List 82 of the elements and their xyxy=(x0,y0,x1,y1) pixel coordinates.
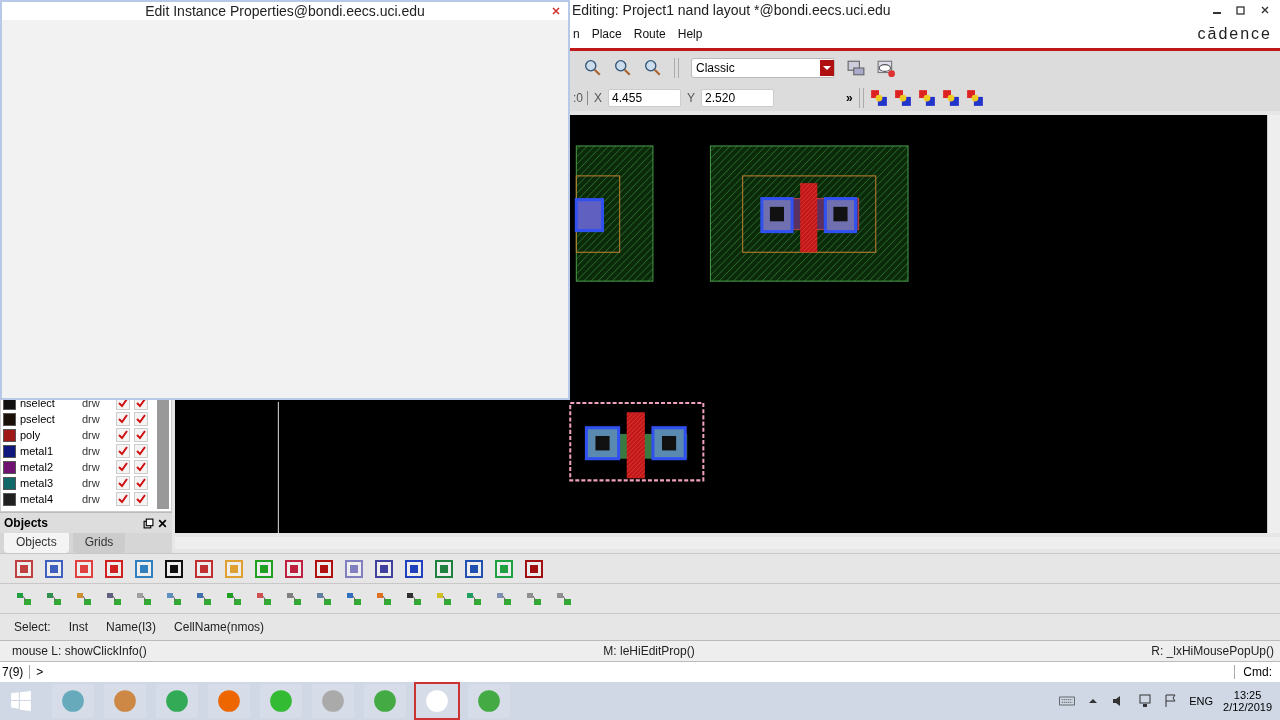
keyboard-icon[interactable] xyxy=(1059,693,1076,709)
menu-item[interactable]: Help xyxy=(677,27,703,41)
layer-purpose: drw xyxy=(82,413,101,425)
panel-tab[interactable]: Objects xyxy=(4,533,69,553)
layer-name[interactable]: metal2 xyxy=(20,461,78,473)
windows-start-icon[interactable] xyxy=(10,690,32,712)
language-indicator[interactable]: ENG xyxy=(1189,695,1214,707)
tool-icon[interactable] xyxy=(374,558,394,579)
selectable-checkbox[interactable] xyxy=(134,460,148,474)
window-title: Editing: Project1 nand layout *@bondi.eecs.uci.edu xyxy=(572,2,891,18)
visible-checkbox[interactable] xyxy=(116,460,130,474)
more-button[interactable]: » xyxy=(846,91,853,105)
visible-checkbox[interactable] xyxy=(116,492,130,506)
tool-icon[interactable] xyxy=(464,558,484,579)
status-value: CellName(nmos) xyxy=(174,620,265,634)
layer-name[interactable]: metal4 xyxy=(20,493,78,505)
layer-purpose: drw xyxy=(82,429,101,441)
status-value: Inst xyxy=(68,620,89,634)
close-icon[interactable] xyxy=(157,517,168,529)
zoom-icon[interactable] xyxy=(644,59,662,77)
x-label: X xyxy=(594,91,603,105)
squares-icon[interactable] xyxy=(869,89,888,107)
squares-icon[interactable] xyxy=(941,89,960,107)
y-label: Y xyxy=(687,91,696,105)
layer-purpose: drw xyxy=(82,493,101,505)
layer-name[interactable]: nselect xyxy=(20,397,78,409)
tool-icon[interactable] xyxy=(404,558,424,579)
zoom-icon[interactable] xyxy=(614,59,632,77)
selectable-checkbox[interactable] xyxy=(134,492,148,506)
dialog-title: Edit Instance Properties@bondi.eecs.uci.edu xyxy=(145,3,425,19)
mouse-left-binding: mouse L: showClickInfo() xyxy=(12,644,147,658)
eye-icon[interactable] xyxy=(877,59,895,77)
tool-icon[interactable] xyxy=(524,558,544,579)
x-coordinate-field[interactable]: 4.455 xyxy=(608,89,682,107)
command-label: Cmd: xyxy=(1234,665,1280,679)
coordinate-label: :0 xyxy=(573,91,588,105)
vertical-scrollbar[interactable] xyxy=(1267,115,1280,533)
mouse-right-binding: R: _lxHiMousePopUp() xyxy=(1151,644,1274,658)
layers-icon[interactable] xyxy=(847,59,865,77)
menu-item[interactable]: Place xyxy=(591,27,622,41)
selectable-checkbox[interactable] xyxy=(134,412,148,426)
selectable-checkbox[interactable] xyxy=(134,428,148,442)
command-count: 7(9) xyxy=(0,665,31,679)
maximize-icon[interactable] xyxy=(1236,5,1246,15)
network-icon[interactable] xyxy=(1137,693,1154,709)
logo-text: cādence xyxy=(1197,25,1272,43)
zoom-icon[interactable] xyxy=(584,59,602,77)
mouse-middle-binding: M: leHiEditProp() xyxy=(603,644,695,658)
view-dropdown[interactable]: Classic xyxy=(691,58,835,78)
clock-date: 2/12/2019 xyxy=(1223,701,1272,713)
dropdown-caret-icon xyxy=(820,59,834,77)
visible-checkbox[interactable] xyxy=(116,444,130,458)
layer-purpose: drw xyxy=(82,477,101,489)
panel-title: Objects xyxy=(4,516,48,530)
selectable-checkbox[interactable] xyxy=(134,444,148,458)
visible-checkbox[interactable] xyxy=(116,476,130,490)
close-icon[interactable] xyxy=(1260,5,1270,15)
status-value: Name(I3) xyxy=(106,620,157,634)
status-label: Select: xyxy=(14,620,51,634)
layer-name[interactable]: metal3 xyxy=(20,477,78,489)
layer-name[interactable]: pselect xyxy=(20,413,78,425)
layer-purpose: drw xyxy=(82,445,101,457)
menu-item[interactable]: n xyxy=(573,27,580,41)
layer-purpose: drw xyxy=(82,397,101,409)
panel-tab[interactable]: Grids xyxy=(72,533,126,553)
tool-icon[interactable] xyxy=(314,558,334,579)
layer-name[interactable]: poly xyxy=(20,429,78,441)
command-input[interactable]: > xyxy=(30,665,1235,679)
squares-icon[interactable] xyxy=(965,89,984,107)
squares-icon[interactable] xyxy=(893,89,912,107)
visible-checkbox[interactable] xyxy=(116,428,130,442)
visible-checkbox[interactable] xyxy=(116,412,130,426)
clock-time: 13:25 xyxy=(1233,689,1262,701)
float-icon[interactable] xyxy=(143,517,154,529)
tool-icon[interactable] xyxy=(164,558,184,579)
squares-icon[interactable] xyxy=(917,89,936,107)
menu-item[interactable]: Route xyxy=(633,27,666,41)
scrollbar[interactable] xyxy=(157,397,169,509)
selectable-checkbox[interactable] xyxy=(134,476,148,490)
y-coordinate-field[interactable]: 2.520 xyxy=(701,89,775,107)
layer-purpose: drw xyxy=(82,461,101,473)
layer-name[interactable]: metal1 xyxy=(20,445,78,457)
